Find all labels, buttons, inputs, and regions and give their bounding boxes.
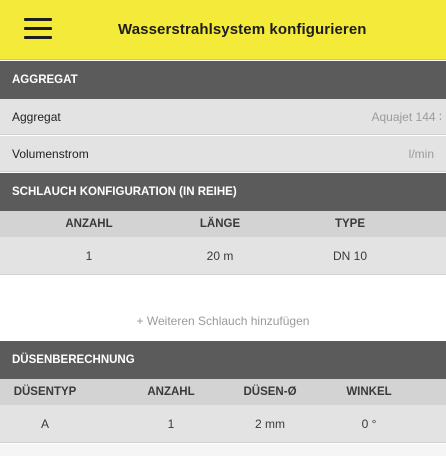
volumenstrom-unit: l/min — [408, 147, 434, 161]
aggregat-select-row[interactable]: Aggregat Aquajet 144 ∶ — [0, 99, 446, 135]
spacer — [0, 276, 446, 301]
section-header-duesen: DÜSENBERECHNUNG — [0, 341, 446, 379]
section-header-schlauch: SCHLAUCH KONFIGURATION (IN REIHE) — [0, 173, 446, 211]
duesen-typ-cell: A — [40, 417, 49, 431]
column-header-anzahl: ANZAHL — [147, 386, 195, 398]
volumenstrom-row[interactable]: Volumenstrom l/min — [0, 136, 446, 172]
schlauch-laenge-cell: 20 m — [206, 249, 234, 263]
top-app-bar: Wasserstrahlsystem konfigurieren — [0, 0, 446, 60]
volumenstrom-label: Volumenstrom — [12, 147, 89, 161]
schlauch-table-row[interactable]: 1 20 m DN 10 — [0, 237, 446, 275]
app-screen: Wasserstrahlsystem konfigurieren AGGREGA… — [0, 0, 446, 456]
column-header-winkel: WINKEL — [346, 386, 392, 398]
column-header-duesentyp: DÜSENTYP — [13, 386, 77, 398]
aggregat-label: Aggregat — [12, 110, 61, 124]
column-header-anzahl: ANZAHL — [65, 218, 113, 230]
duesen-anzahl-cell: 1 — [167, 417, 175, 431]
aggregat-value: Aquajet 144 ∶ — [371, 110, 442, 124]
schlauch-type-cell: DN 10 — [332, 249, 367, 263]
bottom-area — [0, 444, 446, 456]
column-header-type: TYPE — [334, 218, 366, 230]
schlauch-table-header: ANZAHL LÄNGE TYPE — [0, 211, 446, 237]
menu-icon[interactable] — [24, 18, 52, 40]
duesen-winkel-cell: 0 ° — [361, 417, 377, 431]
schlauch-anzahl-cell: 1 — [85, 249, 93, 263]
duesen-table-row[interactable]: A 1 2 mm 0 ° — [0, 405, 446, 443]
page-title: Wasserstrahlsystem konfigurieren — [118, 21, 367, 38]
column-header-laenge: LÄNGE — [199, 218, 241, 230]
duesen-table-header: DÜSENTYP ANZAHL DÜSEN-Ø WINKEL — [0, 379, 446, 405]
duesen-durchmesser-cell: 2 mm — [255, 417, 285, 431]
section-header-aggregat: AGGREGAT — [0, 61, 446, 99]
add-hose-button[interactable]: + Weiteren Schlauch hinzufügen — [0, 301, 446, 341]
column-header-duesen-durchmesser: DÜSEN-Ø — [243, 386, 297, 398]
